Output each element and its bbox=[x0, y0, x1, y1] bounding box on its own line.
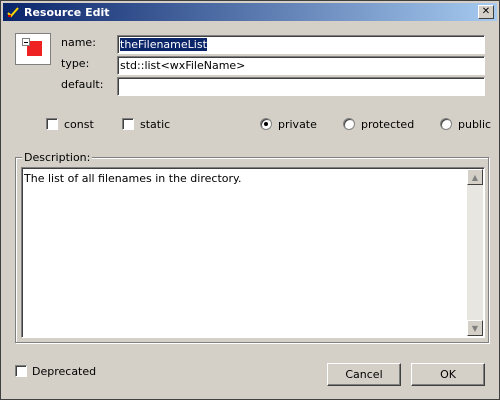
cancel-button[interactable]: Cancel bbox=[327, 363, 401, 386]
name-value: theFilenameList bbox=[120, 38, 207, 51]
ok-button[interactable]: OK bbox=[411, 363, 485, 386]
title-bar[interactable]: Resource Edit ✕ bbox=[3, 3, 497, 21]
private-radio[interactable] bbox=[260, 118, 272, 130]
deprecated-label: Deprecated bbox=[32, 365, 97, 378]
type-value: std::list<wxFileName> bbox=[120, 59, 246, 72]
scroll-down-arrow-icon[interactable]: ▼ bbox=[467, 320, 483, 336]
type-field[interactable]: std::list<wxFileName> bbox=[117, 56, 485, 75]
resource-icon bbox=[15, 33, 51, 65]
resource-edit-dialog: Resource Edit ✕ name: theFilenameList ty… bbox=[0, 0, 500, 400]
description-textarea[interactable]: The list of all filenames in the directo… bbox=[21, 167, 485, 338]
const-label: const bbox=[64, 118, 94, 131]
public-label: public bbox=[458, 118, 492, 131]
const-checkbox[interactable] bbox=[46, 118, 58, 130]
name-label: name: bbox=[61, 36, 96, 49]
static-checkbox[interactable] bbox=[122, 118, 134, 130]
description-legend: Description: bbox=[22, 151, 93, 164]
protected-radio[interactable] bbox=[343, 118, 355, 130]
protected-label: protected bbox=[361, 118, 415, 131]
type-label: type: bbox=[61, 57, 90, 70]
private-label: private bbox=[278, 118, 317, 131]
public-radio[interactable] bbox=[440, 118, 452, 130]
description-scrollbar[interactable]: ▲ ▼ bbox=[467, 169, 483, 336]
description-text: The list of all filenames in the directo… bbox=[24, 172, 242, 185]
close-button[interactable]: ✕ bbox=[478, 5, 494, 19]
close-icon: ✕ bbox=[481, 6, 491, 17]
default-label: default: bbox=[61, 78, 104, 91]
resource-edit-icon bbox=[6, 5, 20, 19]
window-title: Resource Edit bbox=[24, 5, 110, 19]
default-field[interactable] bbox=[117, 77, 485, 96]
deprecated-checkbox[interactable] bbox=[15, 365, 27, 377]
cancel-label: Cancel bbox=[345, 368, 383, 381]
scroll-up-arrow-icon[interactable]: ▲ bbox=[467, 169, 483, 185]
static-label: static bbox=[140, 118, 171, 131]
name-field[interactable]: theFilenameList bbox=[117, 35, 485, 54]
ok-label: OK bbox=[440, 368, 456, 381]
